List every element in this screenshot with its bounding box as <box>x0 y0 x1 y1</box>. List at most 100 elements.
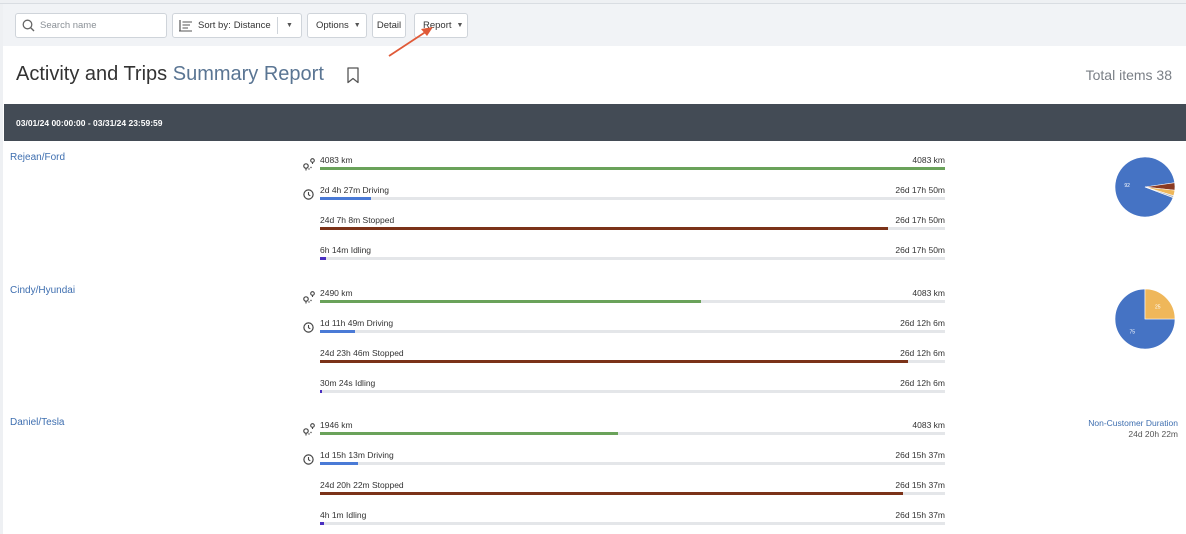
options-label: Options <box>316 20 349 31</box>
metric-label: 2490 km <box>320 288 353 298</box>
progress-track <box>320 300 945 303</box>
progress-track <box>320 522 945 525</box>
chevron-down-icon: ▼ <box>353 22 361 29</box>
metric-label: 2d 4h 27m Driving <box>320 185 389 195</box>
non-customer-duration-label[interactable]: Non-Customer Duration <box>1088 418 1178 429</box>
metric-label: 24d 20h 22m Stopped <box>320 480 404 490</box>
activity-pie-chart[interactable]: 92 <box>1113 155 1177 219</box>
sort-value: Distance <box>233 20 271 31</box>
metric-label: 1d 15h 13m Driving <box>320 450 394 460</box>
metric-total: 26d 17h 50m <box>895 185 945 195</box>
progress-fill <box>320 257 327 260</box>
idling-row: 4h 1m Idling 26d 15h 37m <box>320 510 945 526</box>
list-item: Rejean/Ford 4083 km 4083 km 2d 4h 27m Drivi… <box>0 150 1186 282</box>
metric-total: 4083 km <box>912 420 945 430</box>
progress-fill <box>320 330 355 333</box>
item-name-link[interactable]: Cindy/Hyundai <box>10 285 75 296</box>
item-name-link[interactable]: Rejean/Ford <box>10 152 65 163</box>
progress-fill <box>320 432 619 435</box>
search-icon <box>22 19 35 32</box>
date-range-bar: 03/01/24 00:00:00 - 03/31/24 23:59:59 <box>4 104 1186 141</box>
distance-row: 4083 km 4083 km <box>320 155 945 171</box>
progress-track <box>320 360 945 363</box>
route-icon <box>303 423 315 436</box>
progress-track <box>320 227 945 230</box>
metric-total: 26d 15h 37m <box>895 480 945 490</box>
list-item: Daniel/Tesla 1946 km 4083 km 1d 15h 13m Dri… <box>0 415 1186 534</box>
sort-icon <box>179 19 192 31</box>
metric-total: 26d 12h 6m <box>900 318 945 328</box>
driving-row: 1d 15h 13m Driving 26d 15h 37m <box>320 450 945 466</box>
clock-icon <box>303 454 314 465</box>
metric-label: 1946 km <box>320 420 353 430</box>
clock-icon <box>303 189 314 200</box>
progress-fill <box>320 197 372 200</box>
progress-fill <box>320 227 888 230</box>
metric-label: 6h 14m Idling <box>320 245 372 255</box>
pie-slice-label: 25 <box>1155 304 1161 310</box>
item-name-link[interactable]: Daniel/Tesla <box>10 417 64 428</box>
progress-fill <box>320 300 702 303</box>
metric-total: 26d 17h 50m <box>895 215 945 225</box>
metric-total: 26d 17h 50m <box>895 245 945 255</box>
progress-track <box>320 390 945 393</box>
distance-row: 2490 km 4083 km <box>320 288 945 304</box>
metric-total: 26d 15h 37m <box>895 510 945 520</box>
progress-track <box>320 432 945 435</box>
metric-label: 24d 23h 46m Stopped <box>320 348 404 358</box>
non-customer-duration: Non-Customer Duration 24d 20h 22m <box>1088 418 1178 440</box>
title-main: Activity and Trips <box>16 63 168 85</box>
idling-row: 30m 24s Idling 26d 12h 6m <box>320 378 945 394</box>
progress-fill <box>320 492 904 495</box>
progress-track <box>320 257 945 260</box>
driving-row: 2d 4h 27m Driving 26d 17h 50m <box>320 185 945 201</box>
progress-track <box>320 330 945 333</box>
stopped-row: 24d 7h 8m Stopped 26d 17h 50m <box>320 215 945 231</box>
sort-label: Sort by: <box>198 20 231 31</box>
idling-row: 6h 14m Idling 26d 17h 50m <box>320 245 945 261</box>
sort-dropdown[interactable]: Sort by: Distance ▼ <box>172 13 302 38</box>
total-items: Total items 38 <box>1085 67 1172 83</box>
bookmark-icon[interactable] <box>346 67 360 84</box>
stopped-row: 24d 20h 22m Stopped 26d 15h 37m <box>320 480 945 496</box>
list-item: Cindy/Hyundai 2490 km 4083 km 1d 11h 49m Dr… <box>0 283 1186 415</box>
metric-total: 26d 15h 37m <box>895 450 945 460</box>
search-box[interactable] <box>15 13 167 38</box>
non-customer-duration-value: 24d 20h 22m <box>1128 429 1178 439</box>
page-title: Activity and Trips Summary Report <box>16 63 324 86</box>
driving-row: 1d 11h 49m Driving 26d 12h 6m <box>320 318 945 334</box>
progress-fill <box>320 167 945 170</box>
route-icon <box>303 291 315 304</box>
title-accent: Summary Report <box>172 63 324 85</box>
options-button[interactable]: Options ▼ <box>307 13 367 38</box>
progress-fill <box>320 360 909 363</box>
progress-track <box>320 197 945 200</box>
stopped-row: 24d 23h 46m Stopped 26d 12h 6m <box>320 348 945 364</box>
metric-label: 4083 km <box>320 155 353 165</box>
toolbar: Sort by: Distance ▼ Options ▼ Detail Rep… <box>3 4 1186 46</box>
pie-slice-label: 92 <box>1124 183 1130 189</box>
metric-total: 4083 km <box>912 155 945 165</box>
progress-fill <box>320 390 322 393</box>
metric-label: 4h 1m Idling <box>320 510 367 520</box>
pie-slice-label: 75 <box>1129 330 1135 336</box>
metric-total: 26d 12h 6m <box>900 378 945 388</box>
progress-fill <box>320 522 324 525</box>
sort-divider <box>277 17 278 34</box>
route-icon <box>303 158 315 171</box>
chevron-down-icon[interactable]: ▼ <box>286 22 293 29</box>
annotation-arrow-icon <box>388 27 433 57</box>
metric-total: 4083 km <box>912 288 945 298</box>
metric-label: 1d 11h 49m Driving <box>320 318 394 328</box>
progress-track <box>320 462 945 465</box>
metric-total: 26d 12h 6m <box>900 348 945 358</box>
activity-pie-chart[interactable]: 75 25 <box>1113 287 1177 351</box>
chevron-down-icon: ▼ <box>456 22 464 29</box>
progress-fill <box>320 462 359 465</box>
clock-icon <box>303 322 314 333</box>
progress-track <box>320 492 945 495</box>
search-input[interactable] <box>40 20 160 31</box>
distance-row: 1946 km 4083 km <box>320 420 945 436</box>
progress-track <box>320 167 945 170</box>
metric-label: 24d 7h 8m Stopped <box>320 215 395 225</box>
